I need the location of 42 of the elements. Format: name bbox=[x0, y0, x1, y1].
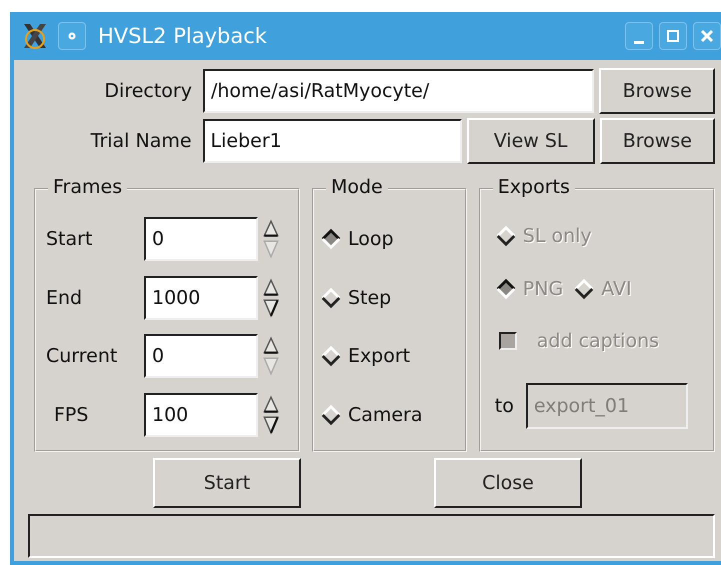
dialog-button[interactable]: Start bbox=[153, 458, 301, 508]
dot-icon bbox=[67, 31, 77, 41]
window-title: HVSL2 Playback bbox=[98, 24, 267, 48]
field-label: Start bbox=[46, 228, 94, 250]
close-icon bbox=[700, 29, 714, 43]
maximize-button[interactable] bbox=[659, 22, 687, 50]
radio-label: SL only bbox=[522, 225, 592, 248]
number-field[interactable]: 0 bbox=[144, 334, 258, 378]
directory-field[interactable]: /home/asi/RatMyocyte/ bbox=[202, 69, 594, 113]
number-field[interactable]: 1000 bbox=[144, 276, 258, 320]
checkbox-label: add captions bbox=[536, 330, 660, 352]
maximize-icon bbox=[666, 29, 680, 43]
radio-button[interactable] bbox=[320, 404, 342, 426]
field-label: to bbox=[494, 394, 514, 417]
field-label: Current bbox=[46, 345, 118, 368]
radio-button[interactable] bbox=[320, 286, 342, 309]
radio-button[interactable] bbox=[320, 228, 342, 250]
close-button[interactable] bbox=[693, 22, 721, 50]
dialog-button[interactable]: Close bbox=[434, 458, 582, 508]
browse-button[interactable]: Browse bbox=[599, 68, 715, 114]
minimize-button[interactable] bbox=[625, 22, 653, 50]
group-title: Exports bbox=[492, 176, 575, 198]
view-sl-button[interactable]: View SL bbox=[466, 118, 595, 164]
radio-label: AVI bbox=[601, 278, 632, 300]
field-label: FPS bbox=[53, 404, 90, 426]
field-label: Trial Name bbox=[90, 130, 193, 152]
radio-label: PNG bbox=[522, 278, 564, 300]
radio-button[interactable] bbox=[320, 345, 342, 368]
radio-label: Camera bbox=[348, 404, 422, 426]
number-field[interactable]: 0 bbox=[144, 217, 258, 262]
spinner-arrows-icon[interactable] bbox=[262, 394, 280, 435]
field-label: End bbox=[46, 286, 84, 309]
minimize-icon bbox=[634, 40, 644, 44]
field-label: Directory bbox=[103, 80, 193, 102]
browse-button[interactable]: Browse bbox=[600, 118, 716, 164]
radio-label: Loop bbox=[348, 228, 394, 250]
number-field[interactable]: 100 bbox=[144, 392, 258, 437]
window-menu-button[interactable] bbox=[58, 22, 86, 50]
trial-name-field[interactable]: Lieber1 bbox=[202, 119, 462, 163]
spinner-arrows-icon[interactable] bbox=[262, 278, 280, 318]
radio-label: Export bbox=[348, 345, 410, 368]
radio-label: Step bbox=[348, 286, 392, 309]
